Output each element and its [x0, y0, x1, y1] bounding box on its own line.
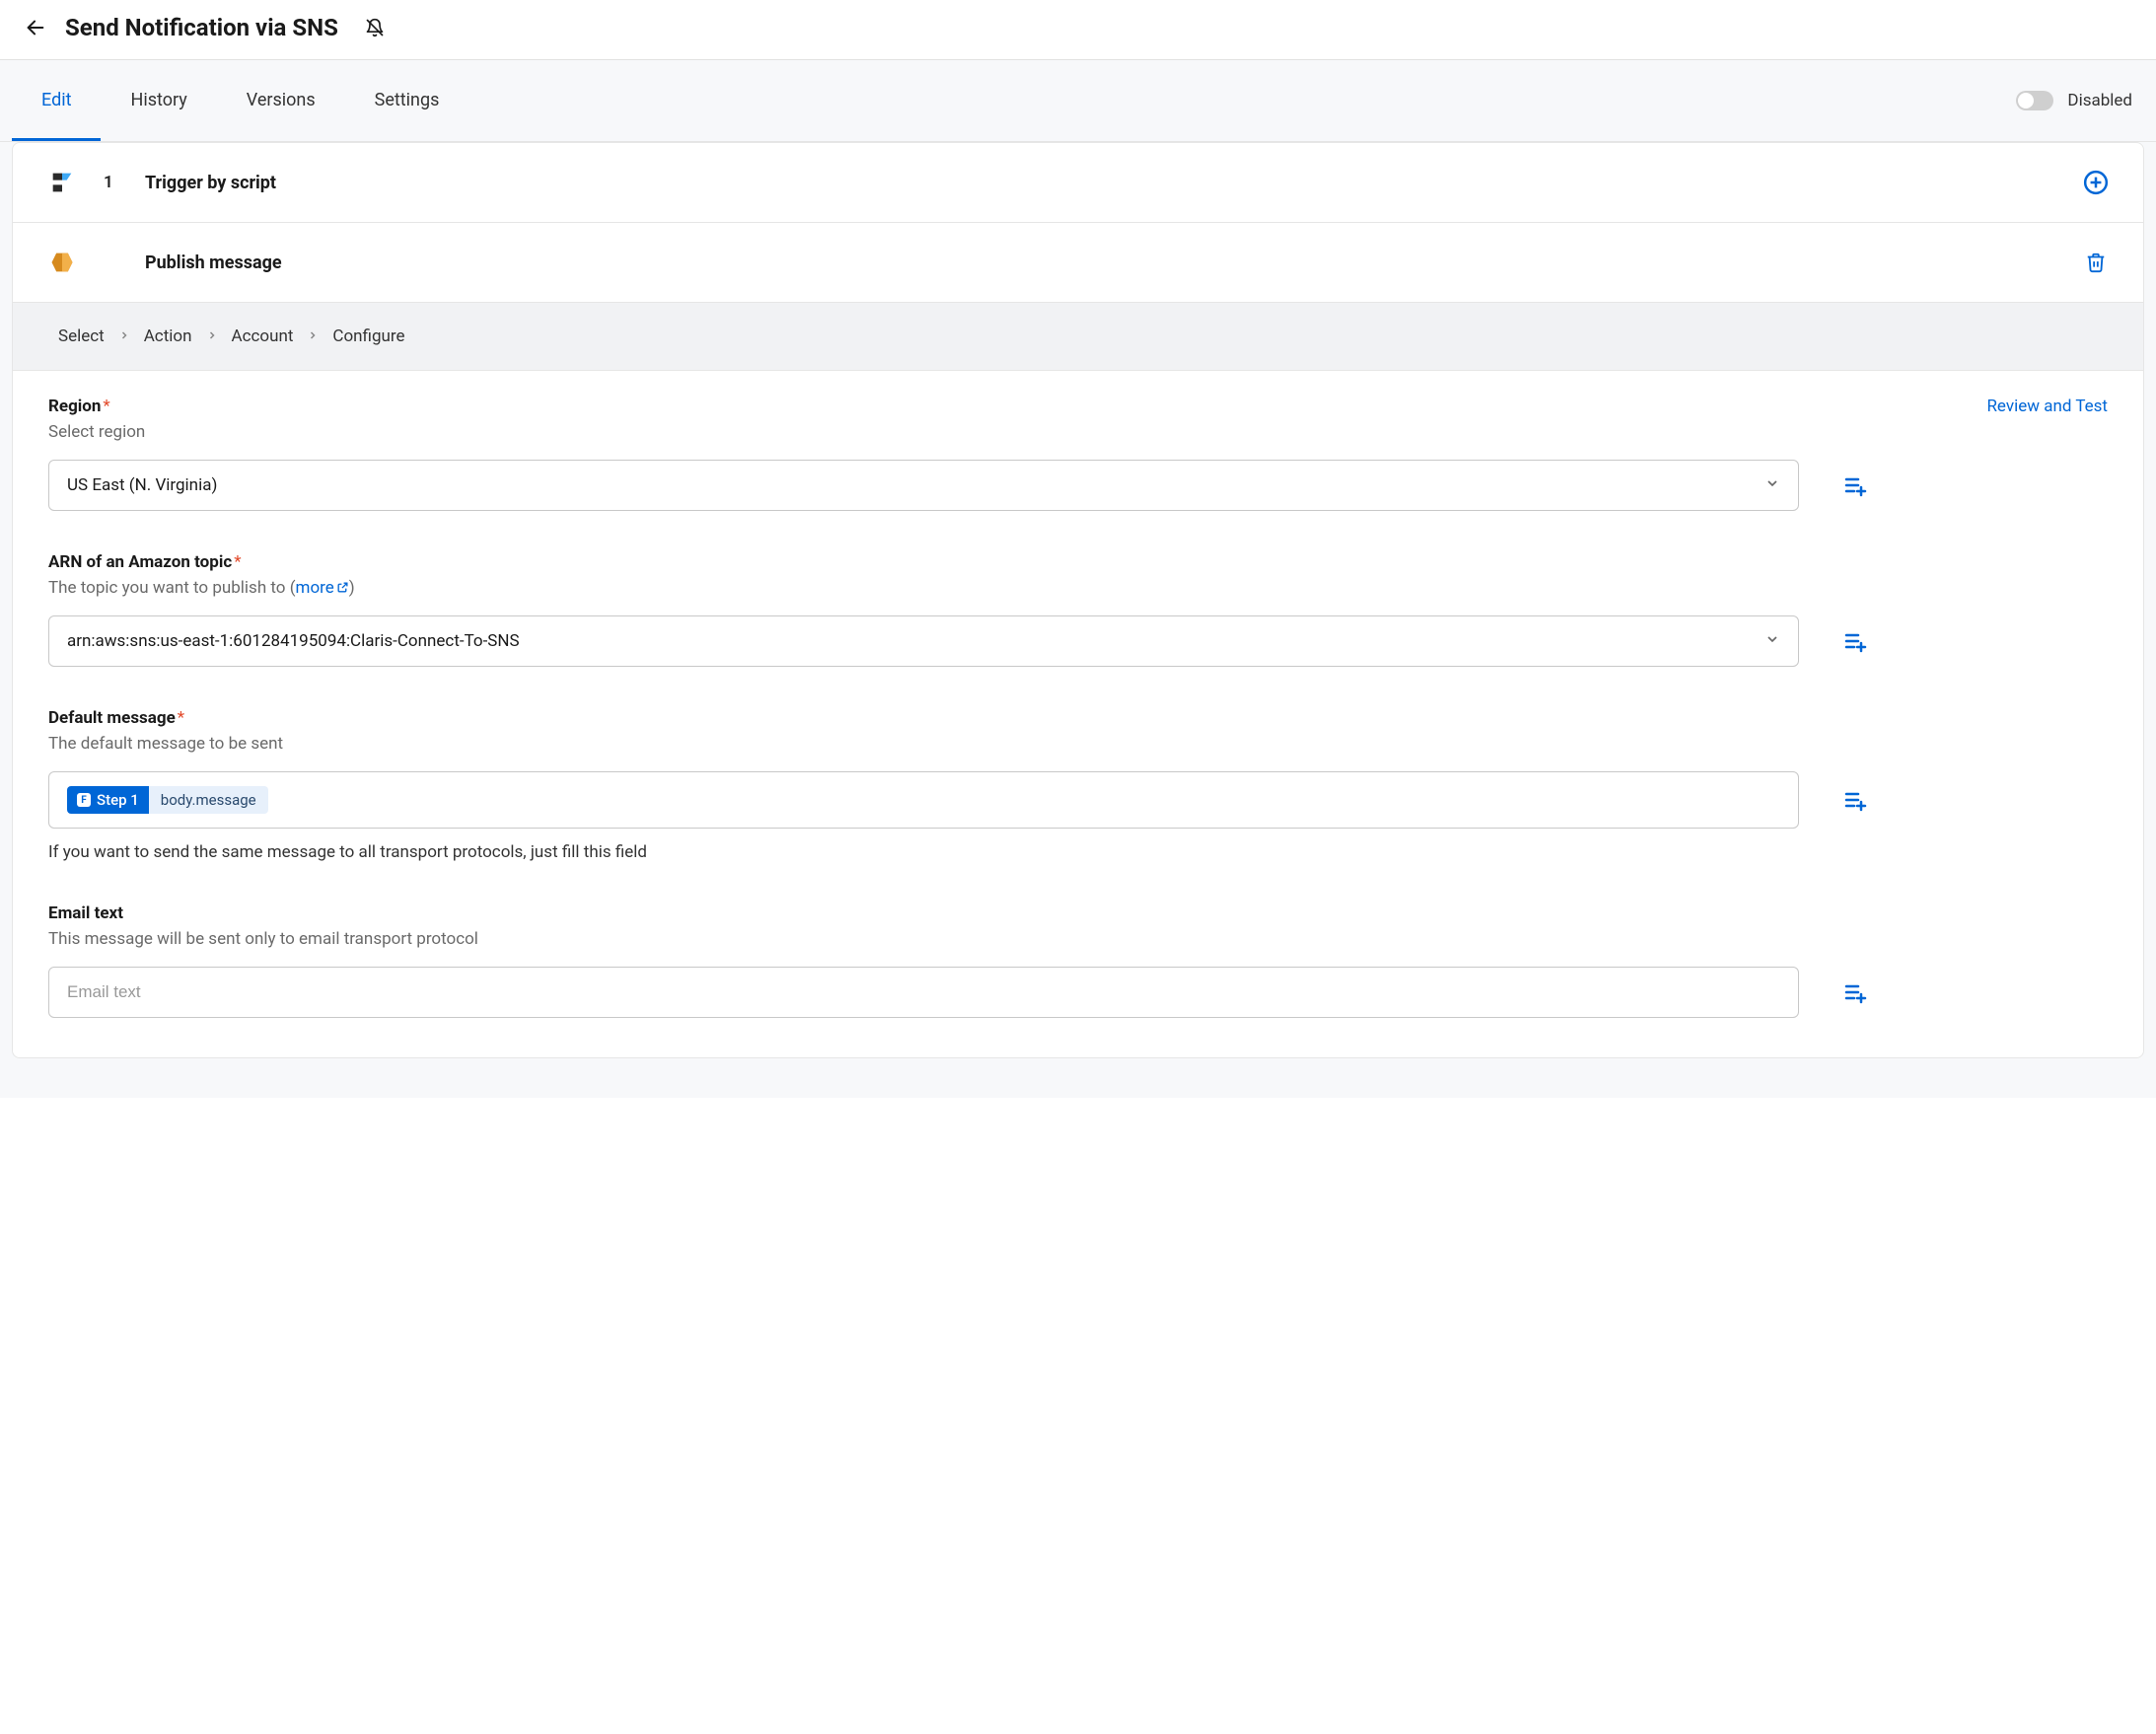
insert-step-data-button[interactable] [1842, 787, 1868, 813]
page-title: Send Notification via SNS [65, 14, 338, 41]
field-default-message-help: The default message to be sent [48, 734, 2108, 754]
tab-versions[interactable]: Versions [217, 60, 345, 141]
insert-step-data-button[interactable] [1842, 628, 1868, 654]
breadcrumb-action[interactable]: Action [144, 326, 192, 346]
field-default-message: Default message* The default message to … [48, 708, 2108, 862]
breadcrumb-select[interactable]: Select [58, 326, 105, 346]
enable-toggle-wrap: Disabled [2016, 91, 2132, 110]
back-button[interactable] [24, 16, 47, 39]
breadcrumb-account[interactable]: Account [232, 326, 294, 346]
region-select[interactable]: US East (N. Virginia) [48, 460, 1799, 511]
tabs: Edit History Versions Settings [12, 60, 468, 141]
workspace: 1 Trigger by script Publish message Sele… [0, 142, 2156, 1098]
claris-icon [46, 167, 78, 198]
delete-step-button[interactable] [2082, 249, 2110, 276]
insert-data-icon [1843, 473, 1867, 497]
arn-more-link[interactable]: more [296, 578, 349, 598]
aws-sns-icon [46, 247, 78, 278]
chevron-down-icon [1764, 631, 1780, 652]
required-asterisk: * [103, 397, 109, 416]
field-region: Region* Select region US East (N. Virgin… [48, 397, 2108, 511]
arrow-left-icon [25, 17, 46, 38]
insert-step-data-button[interactable] [1842, 472, 1868, 498]
field-arn-label: ARN of an Amazon topic* [48, 552, 2108, 572]
step-pill-f-icon: F [77, 793, 91, 807]
step-data-pill[interactable]: FStep 1 body.message [67, 786, 268, 814]
tabs-bar: Edit History Versions Settings Disabled [0, 60, 2156, 142]
field-default-message-label: Default message* [48, 708, 2108, 728]
tab-history[interactable]: History [101, 60, 216, 141]
required-asterisk: * [234, 552, 241, 572]
review-and-test-link[interactable]: Review and Test [1986, 397, 2108, 416]
plus-circle-icon [2083, 170, 2109, 195]
notifications-muted-icon[interactable] [364, 17, 386, 38]
enable-toggle-label: Disabled [2067, 91, 2132, 110]
arn-value: arn:aws:sns:us-east-1:601284195094:Clari… [67, 631, 520, 651]
add-step-button[interactable] [2082, 169, 2110, 196]
action-step-title: Publish message [145, 253, 2056, 273]
insert-data-icon [1843, 980, 1867, 1004]
trigger-step-row[interactable]: 1 Trigger by script [13, 143, 2143, 223]
field-email-text-label: Email text [48, 903, 2108, 923]
trash-icon [2085, 252, 2107, 273]
field-region-label: Region* [48, 397, 2108, 416]
flow-panel: 1 Trigger by script Publish message Sele… [12, 142, 2144, 1058]
chevron-right-icon [118, 326, 130, 346]
page-header: Send Notification via SNS [0, 0, 2156, 60]
external-link-icon [336, 581, 349, 594]
region-value: US East (N. Virginia) [67, 475, 217, 495]
enable-toggle[interactable] [2016, 91, 2053, 110]
field-email-text: Email text This message will be sent onl… [48, 903, 2108, 1018]
breadcrumb-configure[interactable]: Configure [332, 326, 404, 346]
field-arn: ARN of an Amazon topic* The topic you wa… [48, 552, 2108, 667]
tab-edit[interactable]: Edit [12, 60, 101, 141]
field-region-help: Select region [48, 422, 2108, 442]
field-default-message-note: If you want to send the same message to … [48, 842, 2108, 862]
breadcrumbs: Select Action Account Configure [13, 303, 2143, 371]
default-message-input[interactable]: FStep 1 body.message [48, 771, 1799, 829]
configure-form: Review and Test Region* Select region US… [13, 371, 2143, 1057]
tab-settings[interactable]: Settings [345, 60, 469, 141]
insert-step-data-button[interactable] [1842, 979, 1868, 1005]
email-text-input[interactable] [67, 982, 1780, 1002]
action-step-row[interactable]: Publish message [13, 223, 2143, 303]
chevron-right-icon [307, 326, 319, 346]
insert-data-icon [1843, 788, 1867, 812]
trigger-step-title: Trigger by script [145, 173, 2056, 193]
required-asterisk: * [178, 708, 184, 728]
chevron-right-icon [206, 326, 218, 346]
field-email-text-help: This message will be sent only to email … [48, 929, 2108, 949]
insert-data-icon [1843, 629, 1867, 653]
chevron-down-icon [1764, 475, 1780, 496]
field-arn-help: The topic you want to publish to (more) [48, 578, 2108, 598]
trigger-step-number: 1 [104, 173, 119, 192]
email-text-input-wrap [48, 967, 1799, 1018]
arn-select[interactable]: arn:aws:sns:us-east-1:601284195094:Clari… [48, 615, 1799, 667]
